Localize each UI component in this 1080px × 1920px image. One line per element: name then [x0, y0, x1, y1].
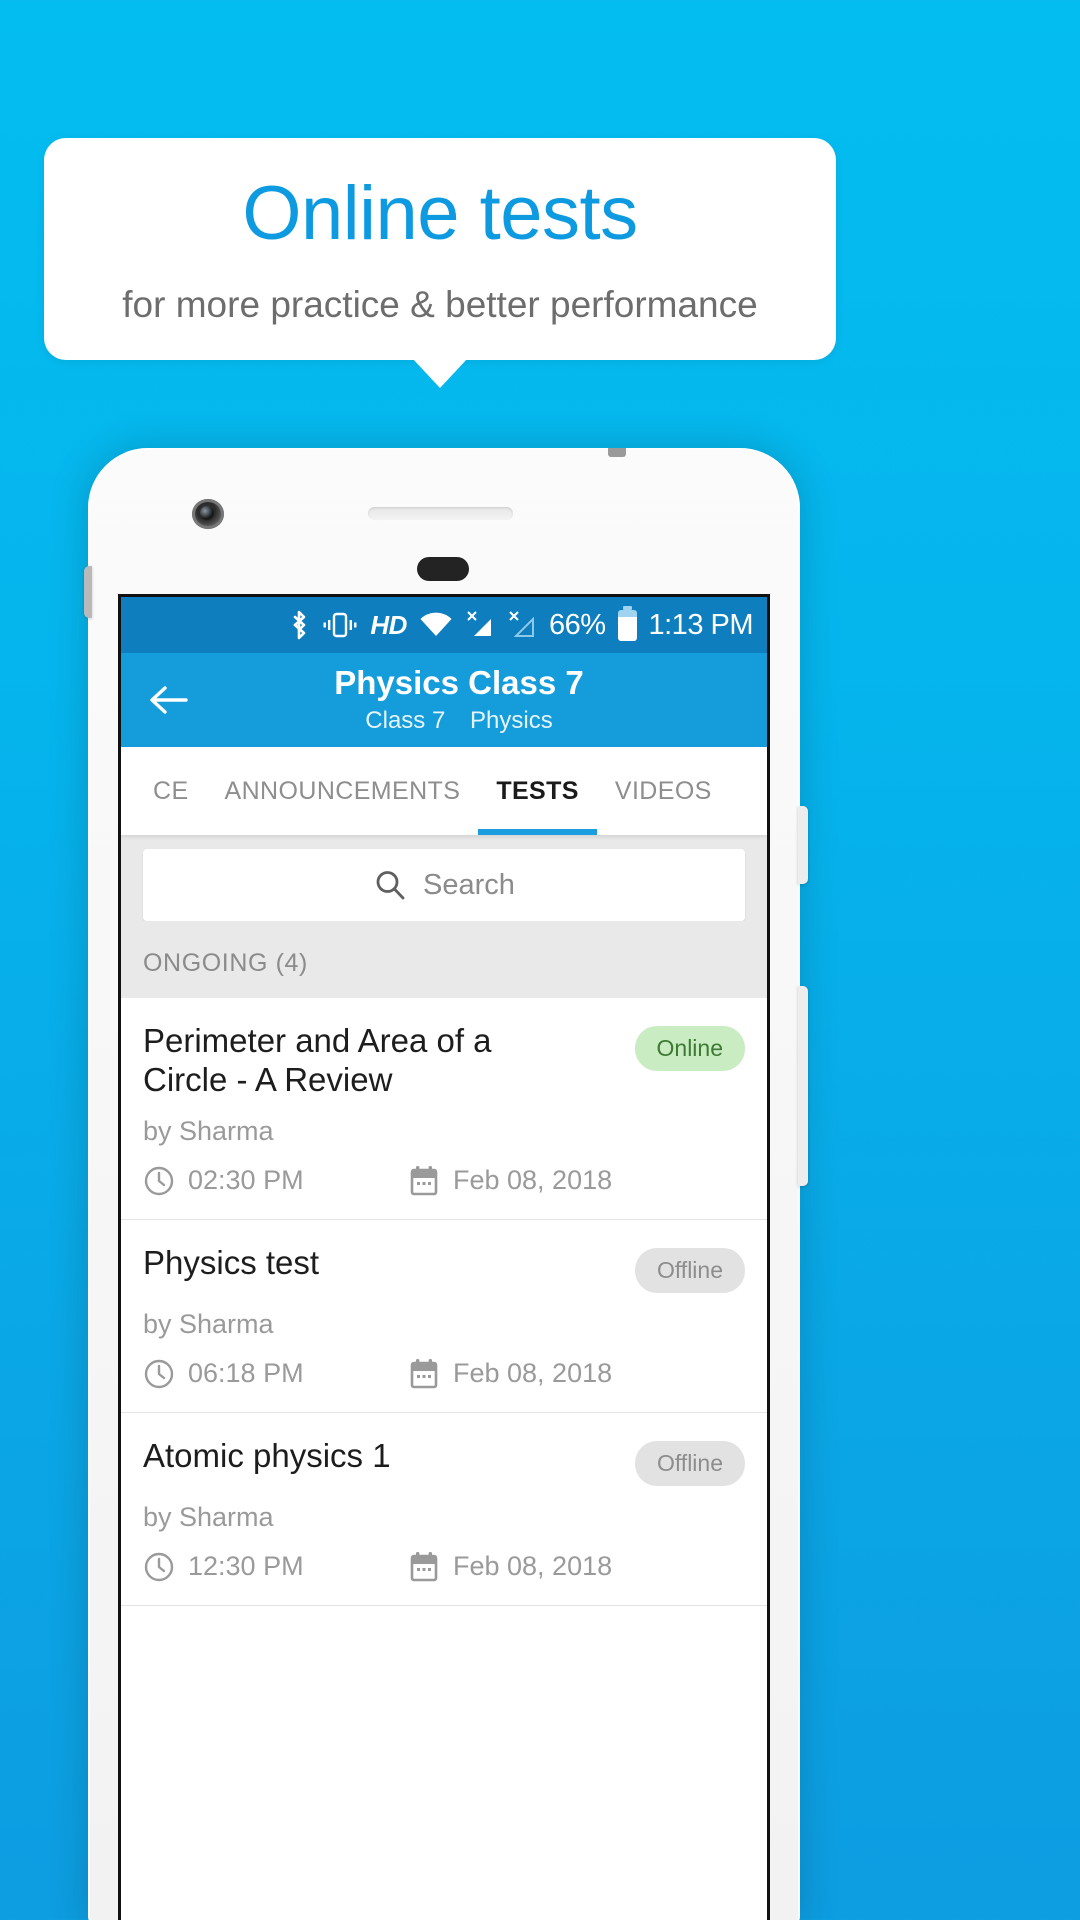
test-date: Feb 08, 2018 [408, 1551, 612, 1583]
test-meta: 02:30 PM Feb 08, 2018 [143, 1165, 745, 1197]
test-date-label: Feb 08, 2018 [453, 1165, 613, 1196]
search-input[interactable]: Search [143, 849, 745, 921]
status-bar: HD 66% 1:13 PM [121, 597, 767, 653]
test-time: 12:30 PM [143, 1551, 408, 1583]
promo-banner-tail [412, 358, 468, 388]
status-bar-clock: 1:13 PM [648, 608, 754, 641]
calendar-icon [408, 1551, 440, 1583]
bluetooth-icon [290, 609, 310, 641]
test-title: Atomic physics 1 [143, 1436, 391, 1474]
clock-icon [143, 1551, 175, 1583]
proximity-sensor [417, 557, 469, 581]
test-time-label: 12:30 PM [188, 1551, 304, 1582]
breadcrumb: Class 7 Physics [151, 707, 767, 735]
tab-ce[interactable]: CE [135, 747, 207, 835]
table-row[interactable]: Physics test Offline by Sharma 06:18 PM [121, 1220, 767, 1413]
section-header-ongoing: ONGOING (4) [121, 921, 767, 998]
wifi-icon [419, 612, 453, 638]
test-date-label: Feb 08, 2018 [453, 1358, 613, 1389]
calendar-icon [408, 1165, 440, 1197]
test-title: Physics test [143, 1243, 320, 1281]
tab-announcements[interactable]: ANNOUNCEMENTS [207, 747, 479, 835]
test-author: by Sharma [143, 1115, 274, 1146]
test-time: 06:18 PM [143, 1358, 408, 1390]
promo-banner: Online tests for more practice & better … [44, 138, 836, 360]
test-author: by Sharma [143, 1501, 274, 1532]
tab-videos[interactable]: VIDEOS [597, 747, 730, 835]
test-card-header: Atomic physics 1 Offline [143, 1437, 745, 1486]
app-bar-titles: Physics Class 7 Class 7 Physics [121, 665, 767, 734]
breadcrumb-subject: Physics [470, 706, 553, 734]
test-meta: 12:30 PM Feb 08, 2018 [143, 1551, 745, 1583]
status-badge: Offline [634, 1247, 745, 1293]
clock-icon [143, 1358, 175, 1390]
left-side-button[interactable] [84, 566, 92, 618]
back-arrow-icon [148, 682, 190, 718]
test-date: Feb 08, 2018 [408, 1358, 612, 1390]
earpiece-speaker [368, 507, 513, 520]
test-date: Feb 08, 2018 [408, 1165, 612, 1197]
clock-icon [143, 1165, 175, 1197]
test-time-label: 06:18 PM [188, 1358, 304, 1389]
tab-bar[interactable]: CE ANNOUNCEMENTS TESTS VIDEOS [121, 747, 767, 835]
battery-icon [617, 605, 637, 641]
front-camera-icon [192, 499, 224, 529]
test-card-header: Perimeter and Area of a Circle - A Revie… [143, 1022, 745, 1100]
test-meta: 06:18 PM Feb 08, 2018 [143, 1358, 745, 1390]
test-date-label: Feb 08, 2018 [453, 1551, 613, 1582]
status-badge: Online [634, 1026, 745, 1071]
power-button[interactable] [798, 806, 808, 884]
signal-no-sim-icon [465, 610, 495, 640]
volume-button[interactable] [798, 986, 808, 1186]
promo-subheadline: for more practice & better performance [122, 283, 758, 325]
table-row[interactable]: Atomic physics 1 Offline by Sharma 12:30… [121, 1413, 767, 1606]
test-title: Perimeter and Area of a Circle - A Revie… [143, 1022, 492, 1098]
table-row[interactable]: Perimeter and Area of a Circle - A Revie… [121, 998, 767, 1220]
phone-antenna-nub [608, 448, 626, 457]
status-badge: Offline [634, 1440, 745, 1486]
app-bar: Physics Class 7 Class 7 Physics [121, 653, 767, 747]
phone-screen: HD 66% 1:13 PM Physics Class 7 Class 7 P… [118, 594, 770, 1920]
battery-percent-label: 66% [548, 608, 606, 641]
test-time: 02:30 PM [143, 1165, 408, 1197]
page-title: Physics Class 7 [334, 664, 584, 702]
signal-no-service-icon [507, 610, 537, 640]
hd-voice-label: HD [370, 609, 407, 640]
test-author: by Sharma [143, 1308, 274, 1339]
search-icon [373, 868, 407, 902]
search-zone: Search [121, 835, 767, 921]
search-placeholder: Search [423, 868, 515, 901]
tab-tests[interactable]: TESTS [478, 747, 597, 835]
test-time-label: 02:30 PM [188, 1165, 304, 1196]
test-card-header: Physics test Offline [143, 1244, 745, 1293]
breadcrumb-class: Class 7 [365, 706, 446, 734]
promo-headline: Online tests [242, 170, 638, 256]
calendar-icon [408, 1358, 440, 1390]
vibrate-icon [322, 610, 358, 640]
back-button[interactable] [145, 676, 193, 724]
test-list: Perimeter and Area of a Circle - A Revie… [121, 998, 767, 1606]
